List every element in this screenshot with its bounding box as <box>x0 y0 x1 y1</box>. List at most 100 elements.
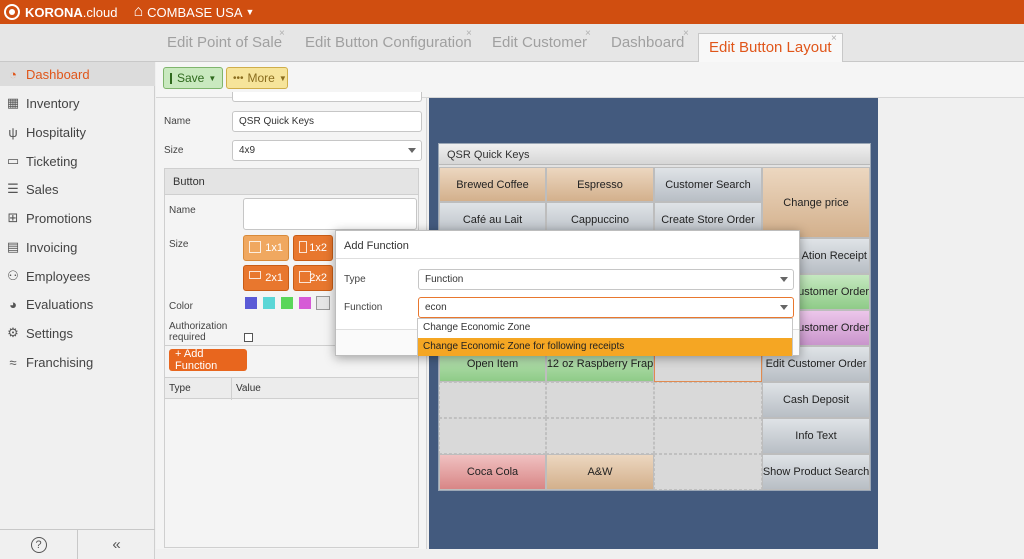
grid-button-info-text[interactable]: Info Text <box>762 418 870 454</box>
close-icon[interactable]: × <box>683 28 689 39</box>
add-function-button[interactable]: + Add Function <box>169 348 247 372</box>
sidebar-item-evaluations[interactable]: ◕ Evaluations <box>0 292 155 316</box>
sidebar-item-promotions[interactable]: ⊞ Promotions <box>0 206 155 230</box>
ticket-icon: ▭ <box>6 153 20 168</box>
grid-button-customer-search[interactable]: Customer Search <box>654 167 762 202</box>
grid-button-coca-cola[interactable]: Coca Cola <box>439 454 546 490</box>
more-label: More <box>247 71 275 85</box>
double-chevron-left-icon: « <box>112 536 121 553</box>
tab-label: Edit Button Layout <box>709 39 832 56</box>
function-table-header: Type Value <box>165 377 418 400</box>
grid-button-espresso[interactable]: Espresso <box>546 167 654 202</box>
size-label: 2x1 <box>265 272 283 284</box>
size-1x1-button[interactable]: 1x1 <box>243 235 289 261</box>
question-circle-icon: ? <box>30 536 47 553</box>
grid-button-brewed-coffee[interactable]: Brewed Coffee <box>439 167 546 202</box>
color-swatch-green[interactable] <box>281 297 293 309</box>
close-icon[interactable]: × <box>585 28 591 39</box>
tab-dashboard[interactable]: Dashboard × <box>611 28 689 62</box>
function-combobox[interactable]: econ <box>418 297 794 318</box>
korona-logo[interactable]: KORONA .cloud <box>4 4 117 20</box>
layout-size-select[interactable]: 4x9 <box>232 140 422 161</box>
color-swatch-cyan[interactable] <box>263 297 275 309</box>
type-select[interactable]: Function <box>418 269 794 290</box>
grid-empty-slot[interactable] <box>546 418 654 454</box>
tab-edit-customer[interactable]: Edit Customer × <box>492 28 591 62</box>
sidebar-item-label: Ticketing <box>26 153 78 169</box>
button-size-label: Size <box>169 239 189 250</box>
sidebar-item-label: Employees <box>26 268 91 284</box>
sidebar-item-label: Hospitality <box>26 124 86 140</box>
color-label: Color <box>169 301 193 312</box>
color-swatch-blue[interactable] <box>245 297 257 309</box>
caret-down-icon: ▼ <box>278 73 287 83</box>
sidebar-item-sales[interactable]: ☰ Sales <box>0 177 155 201</box>
grid-empty-slot[interactable] <box>439 418 546 454</box>
home-icon: ⌂ <box>133 3 144 20</box>
tab-label: Edit Point of Sale <box>167 34 283 51</box>
column-value: Value <box>231 378 265 400</box>
grid-button-change-price[interactable]: Change price <box>762 167 870 238</box>
sidebar-item-dashboard[interactable]: ◔ Dashboard <box>0 62 155 86</box>
handshake-icon: ≈ <box>9 354 17 370</box>
sidebar-item-employees[interactable]: ⚇ Employees <box>0 264 155 288</box>
option-change-economic-zone[interactable]: Change Economic Zone <box>418 319 792 337</box>
grid-empty-slot[interactable] <box>654 418 762 454</box>
size-1x2-button[interactable]: 1x2 <box>293 235 333 261</box>
grid-icon <box>249 271 261 279</box>
grid-icon <box>299 241 307 253</box>
sidebar-item-label: Sales <box>26 181 59 197</box>
save-button[interactable]: Save ▼ <box>163 67 223 89</box>
more-button[interactable]: ••• More ▼ <box>226 67 288 89</box>
sidebar-item-ticketing[interactable]: ▭ Ticketing <box>0 149 155 173</box>
dialog-title: Add Function <box>336 231 799 259</box>
button-section: Button Name Size 1x1 1x2 2x1 2x2 Color A… <box>164 168 419 548</box>
close-icon[interactable]: × <box>831 33 837 44</box>
floppy-disk-icon <box>170 72 172 84</box>
tab-edit-point-of-sale[interactable]: Edit Point of Sale × <box>167 28 285 62</box>
grid-empty-slot[interactable] <box>439 382 546 418</box>
sidebar-item-label: Settings <box>26 325 73 341</box>
collapse-sidebar-button[interactable]: « <box>78 530 155 559</box>
layout-size-label: Size <box>164 145 184 156</box>
grid-icon <box>299 271 311 283</box>
grid-button-show-product-search[interactable]: Show Product Search <box>762 454 870 490</box>
close-icon[interactable]: × <box>466 28 472 39</box>
authorization-label: Authorization required <box>169 321 227 343</box>
grid-empty-slot[interactable] <box>546 382 654 418</box>
sidebar-item-inventory[interactable]: ▦ Inventory <box>0 91 155 115</box>
tab-edit-button-layout[interactable]: Edit Button Layout × <box>698 33 843 63</box>
boxes-icon: ▦ <box>6 95 20 110</box>
button-section-title: Button <box>165 169 418 195</box>
grid-empty-slot[interactable] <box>654 382 762 418</box>
type-value: Function <box>425 274 464 285</box>
grid-empty-slot[interactable] <box>654 454 762 490</box>
function-options-list: Change Economic Zone Change Economic Zon… <box>417 318 793 356</box>
sidebar-item-invoicing[interactable]: ▤ Invoicing <box>0 235 155 259</box>
authorization-required-checkbox[interactable] <box>244 333 253 342</box>
sidebar-item-hospitality[interactable]: ψ Hospitality <box>0 120 155 144</box>
color-swatch-selected[interactable] <box>316 296 330 310</box>
size-2x2-button[interactable]: 2x2 <box>293 265 333 291</box>
layout-name-input[interactable]: QSR Quick Keys <box>232 111 422 132</box>
authorization-label-line2: required <box>169 332 206 343</box>
grid-button-aw[interactable]: A&W <box>546 454 654 490</box>
close-icon[interactable]: × <box>279 28 285 39</box>
gear-icon: ⚙ <box>7 325 19 340</box>
pie-chart-icon: ◕ <box>9 296 17 312</box>
option-change-economic-zone-following-receipts[interactable]: Change Economic Zone for following recei… <box>418 338 792 356</box>
button-name-input[interactable] <box>243 198 417 230</box>
grid-button-cash-deposit[interactable]: Cash Deposit <box>762 382 870 418</box>
function-label: Function <box>344 302 383 313</box>
sidebar-item-franchising[interactable]: ≈ Franchising <box>0 350 155 374</box>
organization-switcher[interactable]: ⌂ COMBASE USA ▼ <box>133 4 254 20</box>
people-icon: ⚇ <box>7 268 19 283</box>
size-2x1-button[interactable]: 2x1 <box>243 265 289 291</box>
size-label: 1x1 <box>265 242 283 254</box>
tab-bar: Edit Point of Sale × Edit Button Configur… <box>0 24 1024 63</box>
help-button[interactable]: ? <box>0 530 78 559</box>
tab-edit-button-configuration[interactable]: Edit Button Configuration × <box>305 28 472 62</box>
korona-logo-icon <box>4 4 20 20</box>
color-swatch-magenta[interactable] <box>299 297 311 309</box>
sidebar-item-settings[interactable]: ⚙ Settings <box>0 321 155 345</box>
